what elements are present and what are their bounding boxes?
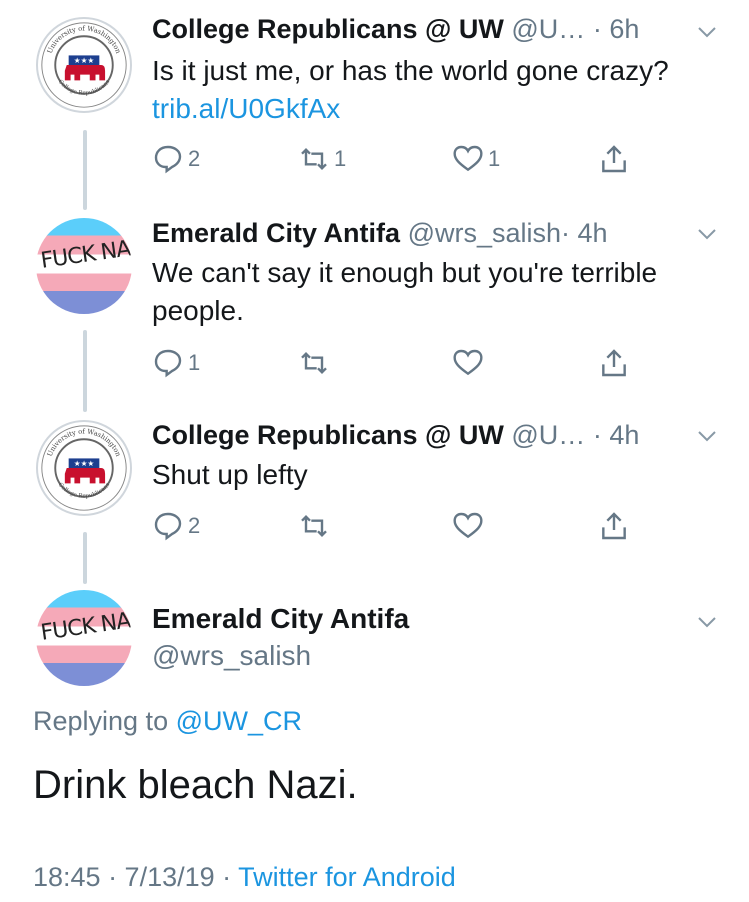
tweet-actions: 1 [152, 345, 652, 381]
handle[interactable]: @wrs_salish [408, 218, 561, 248]
graffiti-overlay: FUCK NAZIS [39, 232, 132, 274]
reply-button[interactable]: 1 [152, 345, 200, 381]
retweet-button[interactable] [298, 345, 334, 381]
heart-icon [453, 349, 483, 376]
tweet-header: College Republicans @ UW @U… · 4h [152, 420, 639, 451]
reply-count: 1 [188, 350, 201, 375]
replying-to-label: Replying to [33, 706, 176, 736]
handle[interactable]: @wrs_salish [152, 640, 311, 672]
display-name[interactable]: College Republicans @ UW [152, 14, 504, 44]
timestamp[interactable]: · 4h [593, 420, 640, 450]
share-button[interactable] [598, 141, 630, 177]
retweet-button[interactable]: 1 [298, 141, 346, 177]
chevron-down-icon[interactable] [695, 20, 719, 44]
retweet-icon [301, 514, 327, 538]
share-button[interactable] [598, 345, 630, 381]
handle[interactable]: @U… [511, 420, 585, 450]
heart-icon [453, 512, 483, 539]
timestamp[interactable]: · 4h [561, 218, 608, 248]
avatar[interactable]: University of Washington College Republi… [36, 17, 132, 113]
avatar[interactable]: FUCK NAZIS [36, 218, 132, 314]
reply-icon [154, 145, 182, 174]
reply-icon [154, 349, 182, 378]
reply-count: 2 [188, 146, 201, 171]
like-button[interactable] [452, 508, 488, 544]
svg-text:★★★: ★★★ [74, 56, 95, 65]
svg-text:★★★: ★★★ [74, 459, 95, 468]
share-icon [602, 349, 626, 377]
retweet-button[interactable] [298, 508, 334, 544]
svg-text:FUCK NAZIS: FUCK NAZIS [39, 232, 132, 274]
tweet-client[interactable]: Twitter for Android [238, 862, 456, 892]
thread-line [83, 130, 87, 210]
display-name[interactable]: Emerald City Antifa [152, 218, 400, 248]
chevron-down-icon[interactable] [695, 222, 719, 246]
like-button[interactable]: 1 [452, 141, 500, 177]
graffiti-overlay: FUCK NAZIS [39, 604, 132, 646]
tweet-text: Is it just me, or has the world gone cra… [152, 55, 669, 124]
avatar[interactable]: University of Washington College Republi… [36, 420, 132, 516]
chevron-down-icon[interactable] [695, 424, 719, 448]
tweet-header: College Republicans @ UW @U… · 6h [152, 14, 639, 45]
tweet-header: Emerald City Antifa @wrs_salish· 4h [152, 218, 608, 249]
chevron-down-icon[interactable] [695, 610, 719, 634]
display-name[interactable]: Emerald City Antifa [152, 603, 409, 635]
retweet-icon [301, 147, 327, 171]
thread-line [83, 532, 87, 584]
avatar[interactable]: FUCK NAZIS [36, 590, 132, 686]
share-button[interactable] [598, 508, 630, 544]
tweet-timestamp: 18:45 · 7/13/19 · [33, 862, 239, 892]
share-icon [602, 145, 626, 173]
handle[interactable]: @U… [511, 14, 585, 44]
reply-button[interactable]: 2 [152, 141, 200, 177]
tweet-text: Drink bleach Nazi. [33, 763, 358, 807]
share-icon [602, 512, 626, 540]
like-button[interactable] [452, 345, 488, 381]
timestamp[interactable]: · 6h [593, 14, 640, 44]
retweet-count: 1 [334, 146, 347, 171]
tweet-link[interactable]: trib.al/U0GkfAx [152, 93, 340, 124]
replying-to: Replying to @UW_CR [33, 706, 302, 737]
tweet-meta: 18:45 · 7/13/19 · Twitter for Android [33, 862, 456, 893]
tweet-actions: 2 [152, 508, 652, 544]
tweet-text: Shut up lefty [152, 459, 308, 490]
tweet-text: We can't say it enough but you're terrib… [152, 257, 658, 326]
svg-text:FUCK NAZIS: FUCK NAZIS [39, 604, 132, 646]
thread-line [83, 330, 87, 412]
college-republicans-logo: University of Washington College Republi… [41, 22, 127, 108]
reply-count: 2 [188, 513, 201, 538]
reply-icon [154, 512, 182, 541]
like-count: 1 [488, 146, 501, 171]
replying-to-handle[interactable]: @UW_CR [176, 706, 302, 736]
reply-button[interactable]: 2 [152, 508, 200, 544]
retweet-icon [301, 351, 327, 375]
heart-icon [453, 145, 483, 172]
display-name[interactable]: College Republicans @ UW [152, 420, 504, 450]
college-republicans-logo: University of Washington College Republi… [41, 425, 127, 511]
tweet-actions: 2 1 1 [152, 141, 652, 177]
